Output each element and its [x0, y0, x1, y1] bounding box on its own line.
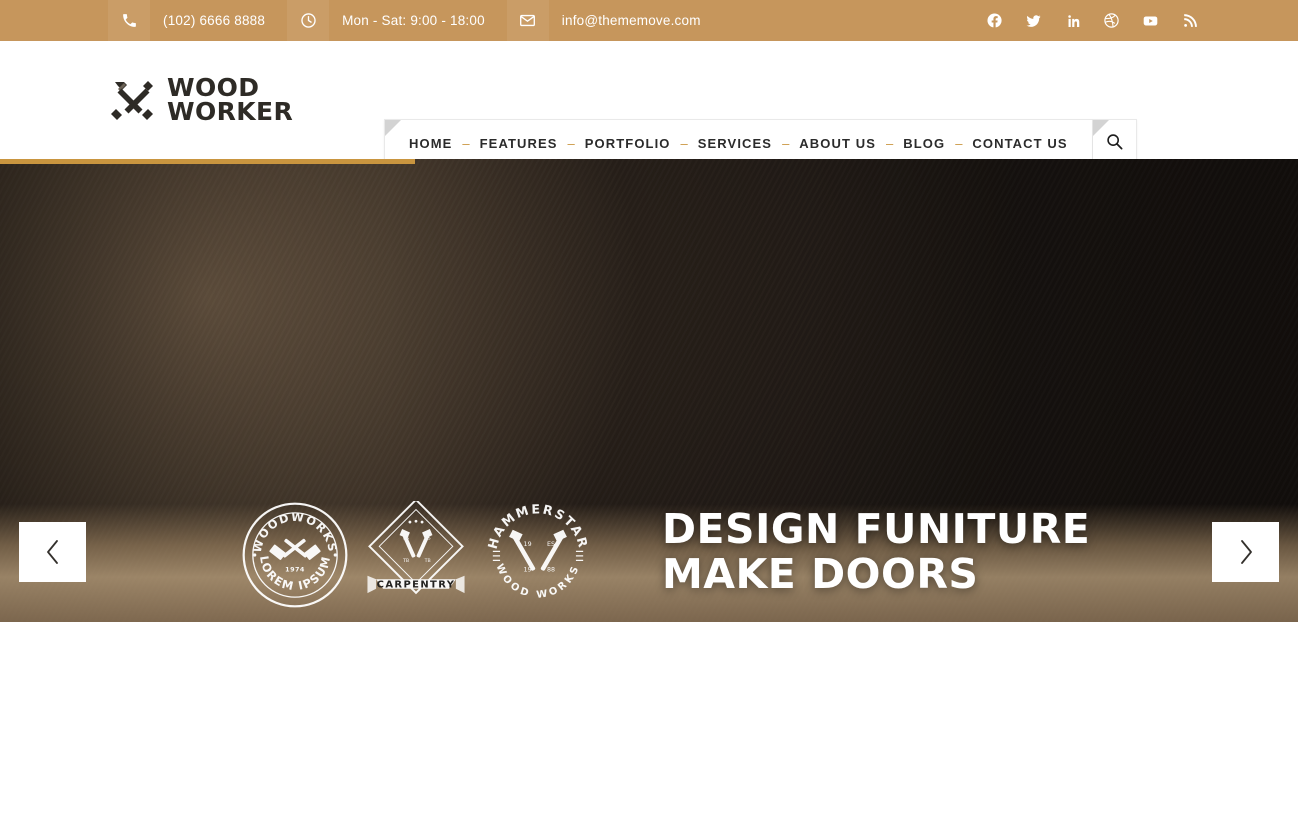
main-content: 15 YEARS OF WOODWORKER HAMMER Since our …	[0, 622, 1298, 823]
hammerstar-badge-mark-left: ES	[547, 541, 555, 548]
phone-item[interactable]: (102) 6666 8888	[108, 0, 287, 41]
hero-workbench-foreground	[0, 504, 1298, 622]
nav-separator: –	[782, 136, 790, 151]
nav-separator: –	[886, 136, 894, 151]
slider-prev-button[interactable]	[19, 522, 86, 582]
hero-title: DESIGN FUNITURE MAKE DOORS	[662, 507, 1090, 597]
carpentry-badge-ribbon-text: CARPENTRY	[377, 580, 456, 591]
nav-item-home[interactable]: HOME	[401, 136, 460, 151]
email-text: info@thememove.com	[561, 13, 701, 28]
nav-item-services[interactable]: SERVICES	[690, 136, 780, 151]
nav-item-portfolio[interactable]: PORTFOLIO	[577, 136, 679, 151]
social-links	[986, 0, 1298, 41]
carpentry-badge: ES ES TB TB CARPENTRY	[367, 501, 465, 595]
nav-corner-fold	[385, 120, 401, 136]
clock-icon	[287, 0, 330, 41]
phone-text: (102) 6666 8888	[163, 13, 266, 28]
nav-item-blog[interactable]: BLOG	[895, 136, 953, 151]
nav-separator: –	[462, 136, 470, 151]
hours-text: Mon - Sat: 9:00 - 18:00	[342, 13, 485, 28]
svg-text:TB: TB	[402, 558, 409, 564]
carpentry-badge-right-text: TB	[424, 558, 431, 564]
nav-item-features[interactable]: FEATURES	[472, 136, 566, 151]
nav-item-contact-us[interactable]: CONTACT US	[964, 136, 1075, 151]
woodworks-badge-year: 1974	[285, 566, 305, 574]
logo[interactable]: WOOD WORKER	[108, 75, 294, 126]
hammerstar-badge-year-left: 19	[524, 541, 532, 548]
hammerstar-badge-year-right: 88	[547, 566, 555, 573]
top-bar: (102) 6666 8888 Mon - Sat: 9:00 - 18:00 …	[0, 0, 1298, 41]
slider-progress-bar	[0, 159, 416, 164]
carpentry-badge-left-text: ES	[403, 535, 409, 541]
hammerstar-badge: HAMMERSTAR WOOD WORKS 19 ES 19 88	[485, 501, 591, 601]
svg-text:HAMMERSTAR: HAMMERSTAR	[485, 501, 591, 550]
hammerstar-badge-bottom-text: WOOD WORKS	[494, 562, 580, 601]
svg-text:ES: ES	[425, 535, 431, 541]
site-header: WOOD WORKER HOME – FEATURES – PORTFOLIO …	[0, 41, 1298, 168]
nav-separator: –	[680, 136, 688, 151]
nav-separator: –	[955, 136, 963, 151]
phone-icon	[108, 0, 150, 41]
hero-title-line-1: DESIGN FUNITURE	[662, 505, 1091, 553]
top-bar-spacer	[723, 0, 986, 41]
woodworks-badge: WOODWORKS LOREM IPSUM 1974	[242, 502, 348, 608]
twitter-icon[interactable]	[1025, 12, 1042, 29]
hammer-saw-icon	[108, 77, 156, 123]
nav-item-about-us[interactable]: ABOUT US	[791, 136, 884, 151]
slider-next-button[interactable]	[1212, 522, 1279, 582]
logo-line-2: WORKER	[167, 97, 294, 126]
svg-text:WOOD WORKS: WOOD WORKS	[494, 562, 583, 601]
rss-icon[interactable]	[1181, 12, 1198, 29]
hero-badge-group: WOODWORKS LOREM IPSUM 1974 ES ES TB TB C…	[240, 499, 594, 611]
linkedin-icon[interactable]	[1064, 12, 1081, 29]
facebook-icon[interactable]	[986, 12, 1003, 29]
top-bar-contact-group: (102) 6666 8888 Mon - Sat: 9:00 - 18:00 …	[108, 0, 723, 41]
search-corner-fold	[1092, 120, 1109, 136]
hero-slider: WOODWORKS LOREM IPSUM 1974 ES ES TB TB C…	[0, 159, 1298, 622]
hero-title-line-2: MAKE DOORS	[662, 550, 979, 598]
envelope-icon	[506, 0, 549, 41]
email-item[interactable]: info@thememove.com	[506, 0, 723, 41]
hammerstar-badge-top-text: HAMMERSTAR	[485, 501, 589, 550]
svg-text:19: 19	[524, 566, 532, 573]
hours-item: Mon - Sat: 9:00 - 18:00	[287, 0, 507, 41]
logo-text: WOOD WORKER	[167, 75, 294, 126]
youtube-icon[interactable]	[1142, 12, 1159, 29]
dribbble-icon[interactable]	[1103, 12, 1120, 29]
nav-separator: –	[567, 136, 575, 151]
